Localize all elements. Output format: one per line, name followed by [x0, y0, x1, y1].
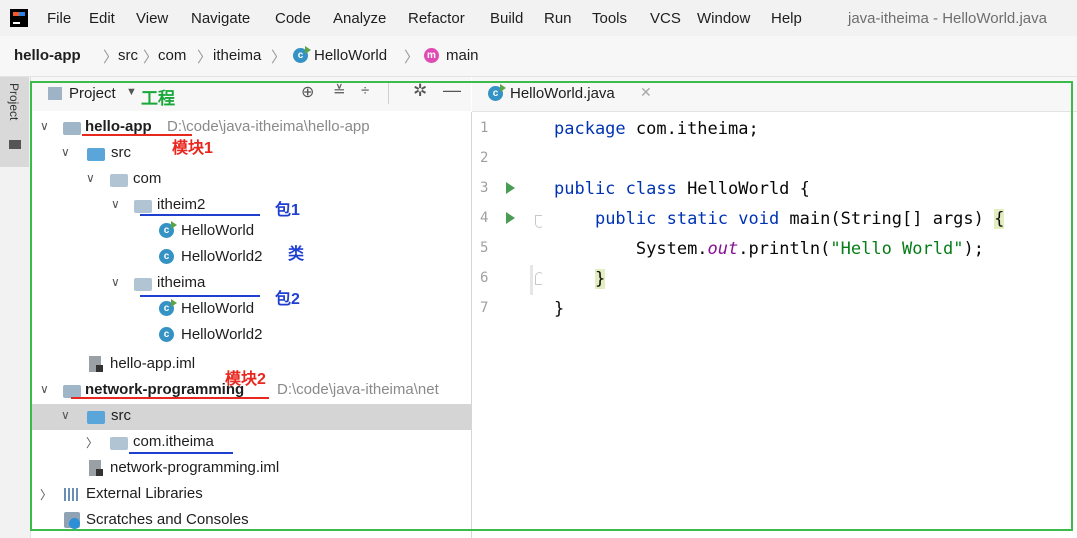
- method-icon: m: [424, 48, 439, 63]
- menu-help[interactable]: Help: [771, 10, 802, 27]
- folder-icon: [9, 140, 21, 149]
- project-tool-tab[interactable]: Project: [0, 77, 29, 167]
- intellij-logo-icon: [10, 9, 28, 27]
- menu-window[interactable]: Window: [697, 10, 750, 27]
- menu-view[interactable]: View: [136, 10, 168, 27]
- breadcrumb-main[interactable]: main: [446, 47, 479, 64]
- menu-file[interactable]: File: [47, 10, 71, 27]
- breadcrumb-separator-icon: 〉: [271, 49, 287, 66]
- project-tool-tab-label: Project: [7, 83, 21, 121]
- breadcrumb-itheima[interactable]: itheima: [213, 47, 261, 64]
- window-title: java-itheima - HelloWorld.java: [848, 10, 1047, 27]
- breadcrumb-com[interactable]: com: [158, 47, 186, 64]
- annotation-highlight-box: [30, 81, 1073, 531]
- breadcrumb-separator-icon: 〉: [143, 49, 159, 66]
- menu-edit[interactable]: Edit: [89, 10, 115, 27]
- breadcrumb: hello-app 〉 src 〉 com 〉 itheima 〉 c Hell…: [0, 36, 1077, 77]
- menu-tools[interactable]: Tools: [592, 10, 627, 27]
- menu-analyze[interactable]: Analyze: [333, 10, 386, 27]
- breadcrumb-helloworld[interactable]: HelloWorld: [314, 47, 387, 64]
- menu-run[interactable]: Run: [544, 10, 572, 27]
- menu-navigate[interactable]: Navigate: [191, 10, 250, 27]
- breadcrumb-hello-app[interactable]: hello-app: [14, 47, 81, 64]
- breadcrumb-separator-icon: 〉: [103, 49, 119, 66]
- breadcrumb-src[interactable]: src: [118, 47, 138, 64]
- menu-bar: File Edit View Navigate Code Analyze Ref…: [0, 0, 1077, 36]
- menu-build[interactable]: Build: [490, 10, 523, 27]
- menu-vcs[interactable]: VCS: [650, 10, 681, 27]
- breadcrumb-separator-icon: 〉: [404, 49, 420, 66]
- breadcrumb-separator-icon: 〉: [197, 49, 213, 66]
- menu-code[interactable]: Code: [275, 10, 311, 27]
- menu-refactor[interactable]: Refactor: [408, 10, 465, 27]
- tool-window-stripe: Project: [0, 77, 31, 538]
- class-icon: c: [293, 46, 311, 63]
